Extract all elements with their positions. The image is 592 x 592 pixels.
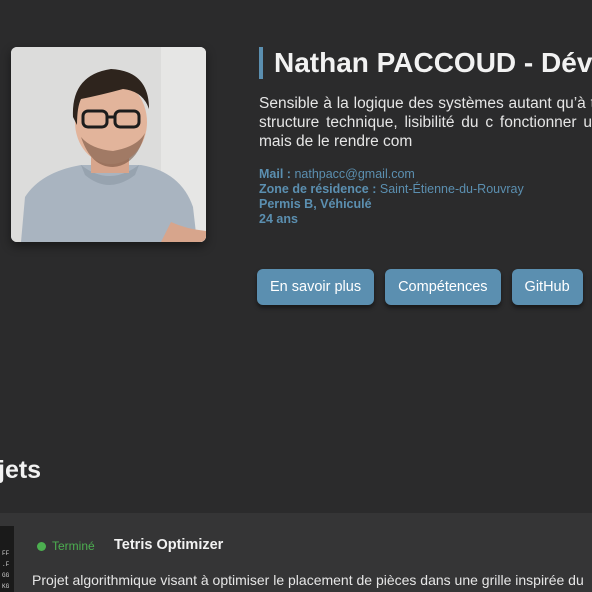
profile-photo-image bbox=[11, 47, 206, 242]
license-text: Permis B, Véhiculé bbox=[259, 197, 372, 211]
mail-label: Mail : bbox=[259, 167, 291, 181]
project-title: Tetris Optimizer bbox=[114, 537, 224, 553]
project-card[interactable]: FF .F GG KG Terminé Tetris Optimizer Pro… bbox=[0, 513, 592, 592]
status-label: Terminé bbox=[52, 539, 95, 553]
action-buttons: En savoir plus Compétences GitHub bbox=[257, 269, 592, 305]
mail-row: Mail : nathpacc@gmail.com bbox=[259, 167, 524, 182]
skills-button[interactable]: Compétences bbox=[385, 269, 501, 305]
status-badge: Terminé bbox=[37, 539, 95, 553]
portfolio-page: Nathan PACCOUD - Dév Sensible à la logiq… bbox=[0, 0, 592, 592]
github-button[interactable]: GitHub bbox=[511, 269, 583, 305]
age-text: 24 ans bbox=[259, 212, 298, 226]
project-thumbnail: FF .F GG KG bbox=[0, 526, 14, 592]
project-thumbnail-text: FF .F GG KG bbox=[2, 550, 10, 590]
project-description: Projet algorithmique visant à optimiser … bbox=[32, 572, 584, 588]
contact-info: Mail : nathpacc@gmail.com Zone de réside… bbox=[259, 167, 524, 227]
profile-photo bbox=[11, 47, 206, 242]
zone-label: Zone de résidence : bbox=[259, 182, 377, 196]
zone-value: Saint-Étienne-du-Rouvray bbox=[379, 182, 524, 196]
title-accent-bar: Nathan PACCOUD - Dév bbox=[259, 47, 592, 79]
status-dot-icon bbox=[37, 541, 46, 551]
zone-row: Zone de résidence : Saint-Étienne-du-Rou… bbox=[259, 182, 524, 197]
bio-text: Sensible à la logique des systèmes autan… bbox=[259, 95, 592, 150]
projects-heading: jets bbox=[0, 456, 42, 484]
page-title: Nathan PACCOUD - Dév bbox=[274, 47, 592, 78]
learn-more-button[interactable]: En savoir plus bbox=[257, 269, 375, 305]
mail-link[interactable]: nathpacc@gmail.com bbox=[294, 167, 414, 181]
